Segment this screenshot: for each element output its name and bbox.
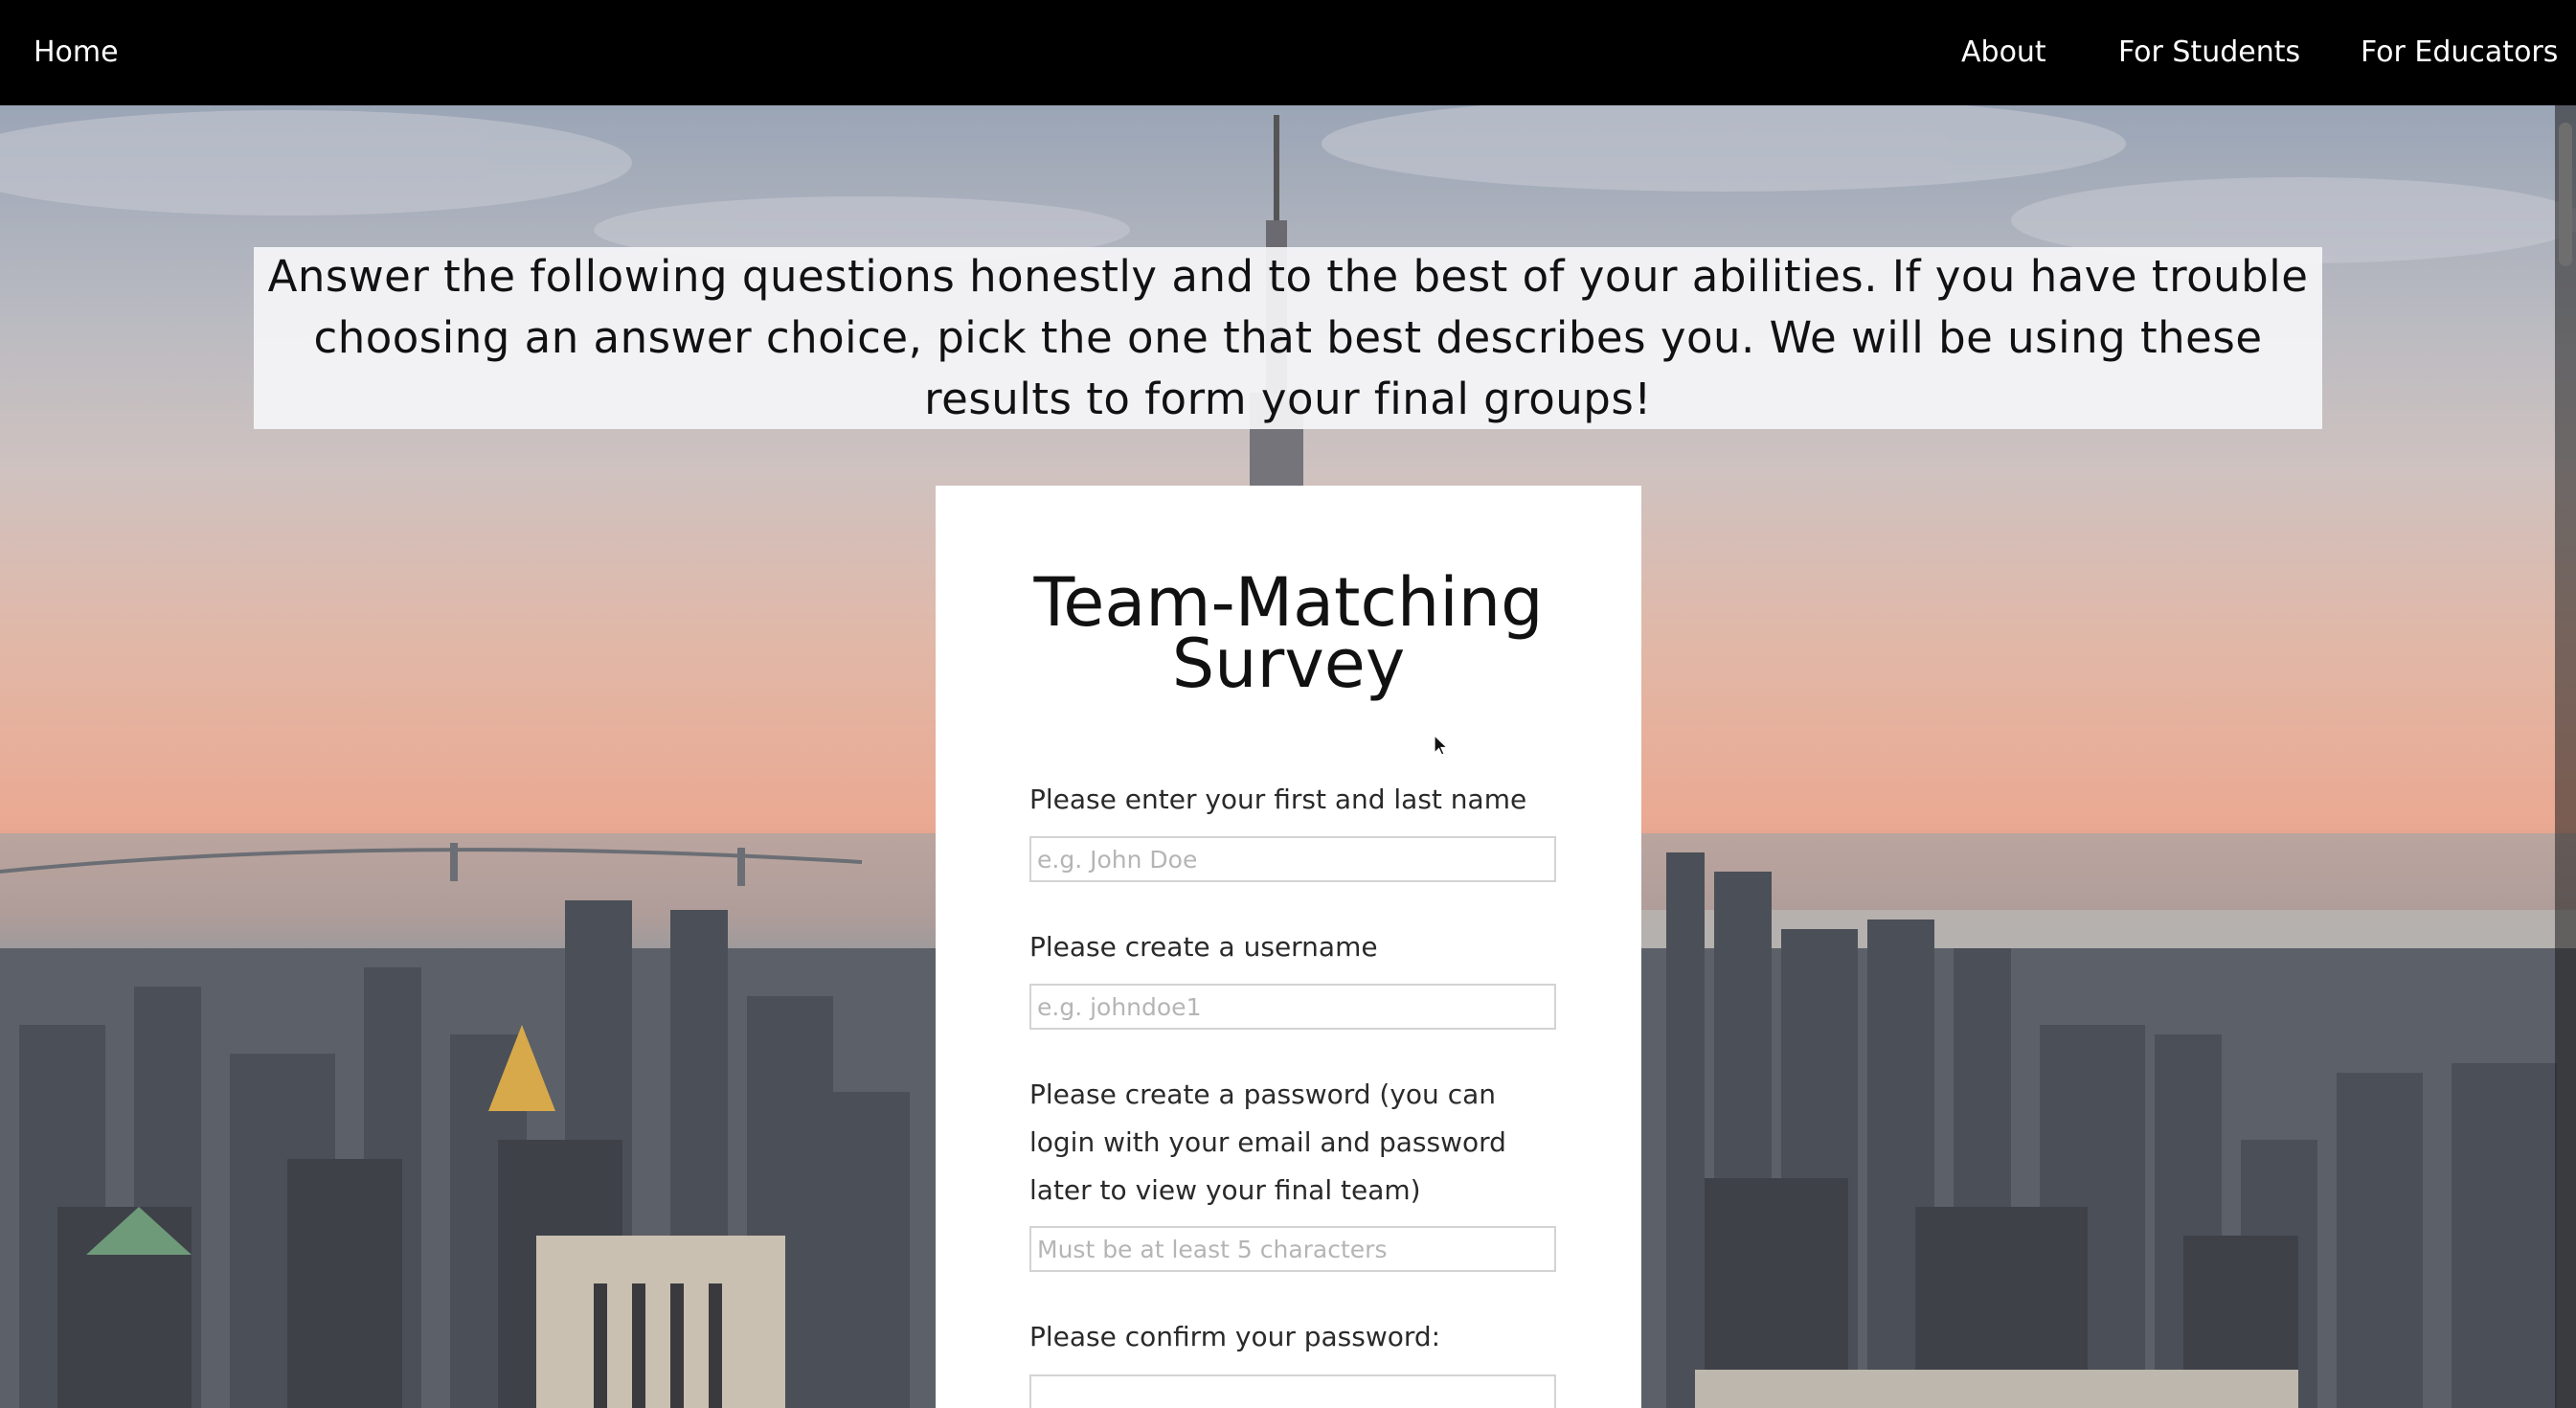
password-field-label: Please create a password (you can login … [1029,1079,1506,1206]
survey-title: Team-Matching Survey [1033,563,1544,703]
confirm-password-field-label: Please confirm your password: [1029,1321,1441,1352]
full-name-input[interactable] [1029,836,1556,882]
password-input[interactable] [1029,1226,1556,1272]
username-field-label: Please create a username [1029,931,1378,963]
username-input[interactable] [1029,984,1556,1030]
nav-about-link[interactable]: About [1961,0,2046,105]
mouse-pointer-icon [1434,735,1449,756]
instructions-text: Answer the following questions honestly … [267,251,2309,424]
top-navbar: Home About For Students For Educators [0,0,2576,105]
nav-for-students-link[interactable]: For Students [2118,0,2300,105]
nav-for-educators-link[interactable]: For Educators [2361,0,2558,105]
instructions-banner: Answer the following questions honestly … [254,247,2322,429]
page-scrollbar[interactable] [2555,105,2576,1408]
nav-home-link[interactable]: Home [34,0,119,105]
survey-form-card: Team-Matching Survey Please enter your f… [936,486,1641,1408]
confirm-password-input[interactable] [1029,1374,1556,1408]
name-field-label: Please enter your first and last name [1029,783,1527,815]
scrollbar-thumb[interactable] [2559,123,2572,266]
